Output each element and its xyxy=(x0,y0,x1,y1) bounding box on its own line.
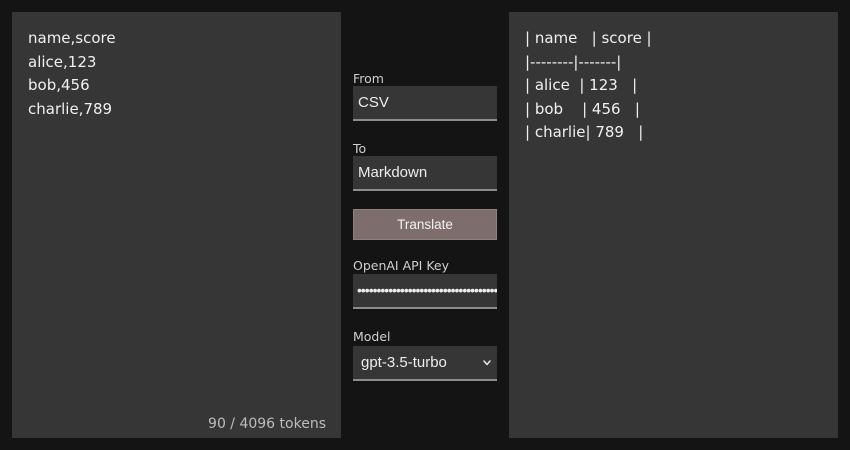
translate-button[interactable]: Translate xyxy=(353,209,497,240)
api-key-label: OpenAI API Key xyxy=(353,258,450,273)
from-label: From xyxy=(353,71,384,86)
input-pane: name,score alice,123 bob,456 charlie,789… xyxy=(12,12,341,438)
model-label: Model xyxy=(353,329,391,344)
model-select-value: gpt-3.5-turbo xyxy=(361,354,447,371)
token-count: 90 / 4096 tokens xyxy=(208,416,326,432)
model-select[interactable]: gpt-3.5-turbo xyxy=(353,346,497,381)
to-input[interactable]: Markdown xyxy=(353,156,497,191)
from-input[interactable]: CSV xyxy=(353,86,497,121)
output-pane: | name | score | |--------|-------| | al… xyxy=(509,12,838,438)
chevron-down-icon xyxy=(483,360,491,366)
to-label: To xyxy=(353,141,367,156)
input-textarea[interactable]: name,score alice,123 bob,456 charlie,789 xyxy=(28,27,331,121)
api-key-input[interactable]: •••••••••••••••••••••••••••••••••••• xyxy=(353,274,497,309)
output-textarea[interactable]: | name | score | |--------|-------| | al… xyxy=(525,27,828,145)
